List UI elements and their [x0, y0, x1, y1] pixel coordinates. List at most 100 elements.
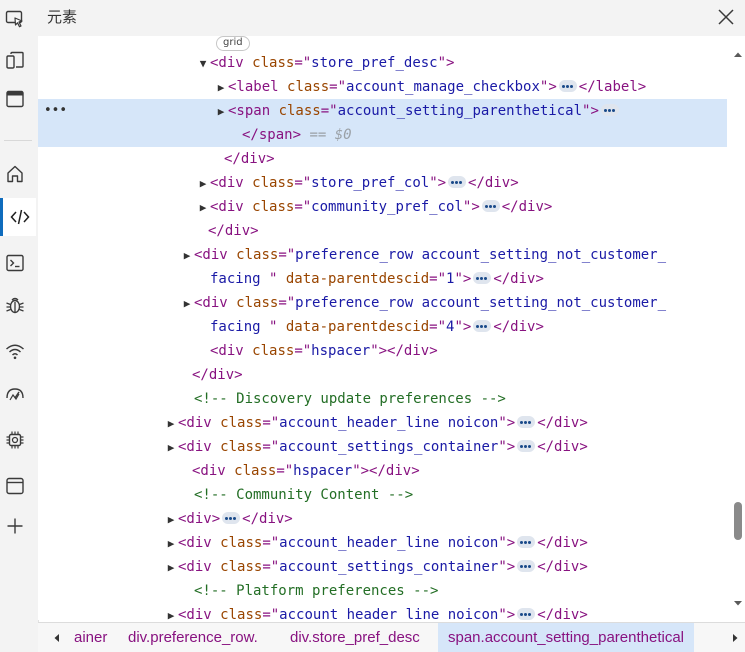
selected-dom-node-line[interactable]: ▶ <span class="account_setting_parentheti… — [38, 99, 727, 123]
breadcrumb-right-button[interactable] — [724, 627, 745, 649]
device-emulation-icon[interactable] — [2, 48, 28, 74]
code-token-attr: class — [252, 343, 295, 359]
expand-ellipsis-button[interactable] — [517, 608, 536, 620]
code-token-punct: =" — [262, 439, 280, 455]
dom-node-line[interactable]: facing " data-parentdescid="4"> </div> — [38, 315, 731, 339]
dom-node-line[interactable]: ▶ <div class="community_pref_col"> </div> — [38, 195, 731, 219]
dom-node-line[interactable]: ▼ <div class="store_pref_desc"> — [38, 51, 731, 75]
code-token-punct: "> — [437, 55, 455, 71]
dom-tree[interactable]: grid ▼ <div class="store_pref_desc"> ▶ <lab… — [38, 36, 731, 620]
selected-dom-node-line[interactable]: </span> == $0 — [38, 123, 727, 147]
expand-ellipsis-button[interactable] — [517, 440, 536, 452]
code-token-attr: class — [236, 295, 279, 311]
code-token-tag: <div — [210, 55, 253, 71]
code-token-punct: "> — [498, 607, 516, 620]
performance-icon[interactable] — [2, 381, 28, 407]
dom-node-line[interactable]: <div class="hspacer"></div> — [38, 339, 731, 363]
code-token-tag: <label — [228, 79, 288, 95]
expand-triangle-icon[interactable]: ▶ — [164, 532, 178, 556]
dom-node-line[interactable]: ▶ <div> </div> — [38, 507, 731, 531]
dom-node-line[interactable]: ▶ <div class="account_header_line noicon"… — [38, 411, 731, 435]
expand-ellipsis-button[interactable] — [222, 512, 241, 524]
expand-ellipsis-button[interactable] — [517, 560, 536, 572]
code-token-tag: </div> — [537, 415, 588, 431]
expand-triangle-icon[interactable]: ▶ — [196, 196, 210, 220]
dom-node-line[interactable]: ▶ <div class="account_settings_container"… — [38, 435, 731, 459]
code-token-tag: <div — [178, 559, 221, 575]
dom-node-line[interactable]: facing " data-parentdescid="1"> </div> — [38, 267, 731, 291]
dom-node-line[interactable]: ▶ <div class="account_header_line noicon"… — [38, 603, 731, 620]
window-icon[interactable] — [2, 86, 28, 112]
gutter-more-actions-button[interactable]: ••• — [44, 99, 67, 123]
expand-triangle-icon[interactable]: ▶ — [164, 436, 178, 460]
home-icon[interactable] — [2, 161, 28, 187]
dom-node-line[interactable]: <!-- Platform preferences --> — [38, 579, 731, 603]
code-token-punct: =" — [276, 463, 294, 479]
close-button[interactable] — [713, 4, 739, 30]
memory-chip-icon[interactable] — [2, 427, 28, 453]
dom-node-line[interactable]: <!-- Community Content --> — [38, 483, 731, 507]
expand-ellipsis-button[interactable] — [481, 200, 500, 212]
code-token-attr: class — [252, 199, 295, 215]
expand-triangle-icon[interactable]: ▶ — [214, 100, 228, 124]
dom-node-line[interactable]: ▶ <div class="account_header_line noicon"… — [38, 531, 731, 555]
dom-node-line[interactable]: <div class="hspacer"></div> — [38, 459, 731, 483]
expand-triangle-icon[interactable]: ▶ — [196, 172, 210, 196]
code-token-punct: =" — [294, 175, 312, 191]
expand-triangle-icon[interactable]: ▶ — [164, 604, 178, 620]
dom-node-line[interactable]: ▶ <label class="account_manage_checkbox">… — [38, 75, 731, 99]
expand-triangle-icon[interactable]: ▶ — [214, 76, 228, 100]
collapse-triangle-icon[interactable]: ▼ — [196, 52, 210, 76]
elements-code-icon[interactable] — [0, 198, 36, 236]
vertical-scrollbar[interactable] — [731, 36, 745, 620]
expand-triangle-icon[interactable]: ▶ — [180, 292, 194, 316]
expand-triangle-icon[interactable]: ▶ — [164, 556, 178, 580]
expand-triangle-icon[interactable]: ▶ — [164, 412, 178, 436]
dom-node-line[interactable]: <!-- Discovery update preferences --> — [38, 387, 731, 411]
dom-node-line[interactable]: </div> — [38, 363, 731, 387]
dom-node-line[interactable]: ▶ <div class="preference_row account_sett… — [38, 243, 731, 267]
expand-ellipsis-button[interactable] — [448, 176, 467, 188]
dom-node-line[interactable]: ▶ <div class="preference_row account_sett… — [38, 291, 731, 315]
expand-ellipsis-button[interactable] — [517, 416, 536, 428]
code-token-tag: </div> — [387, 343, 438, 359]
breadcrumb-item[interactable]: div.store_pref_desc — [290, 623, 420, 652]
code-token-punct: =" — [278, 295, 296, 311]
breadcrumb-item-selected[interactable]: span.account_setting_parenthetical — [438, 623, 695, 652]
dom-node-line[interactable]: </div> — [38, 147, 731, 171]
code-token-tag: </div> — [537, 535, 588, 551]
dom-node-line[interactable]: ▶ <div class="account_settings_container"… — [38, 555, 731, 579]
dom-node-line[interactable]: </div> — [38, 219, 731, 243]
expand-triangle-icon[interactable]: ▶ — [180, 244, 194, 268]
code-token-punct: =" — [329, 79, 347, 95]
code-token-tag: <div — [194, 247, 237, 263]
expand-triangle-icon[interactable]: ▶ — [164, 508, 178, 532]
code-token-tag: </div> — [369, 463, 420, 479]
bug-icon[interactable] — [2, 292, 28, 318]
console-icon[interactable] — [2, 250, 28, 276]
code-token-attr: class — [236, 247, 279, 263]
expand-ellipsis-button[interactable] — [517, 536, 536, 548]
code-token-tag: </div> — [501, 199, 553, 215]
code-token-val: store_pref_col — [311, 175, 430, 191]
breadcrumb-item[interactable]: ainer — [74, 623, 107, 652]
code-token-tag: <div — [178, 607, 221, 620]
breadcrumb-item[interactable]: div.preference_row. — [128, 623, 258, 652]
code-token-punct: "> — [462, 199, 480, 215]
application-icon[interactable] — [2, 473, 28, 499]
expand-ellipsis-button[interactable] — [558, 80, 577, 92]
wifi-icon[interactable] — [2, 338, 28, 364]
inspect-element-icon[interactable] — [2, 6, 28, 32]
code-token-punct: =" — [429, 271, 447, 287]
dom-node-line[interactable]: ▶ <div class="store_pref_col"> </div> — [38, 171, 731, 195]
code-token-punct: =" — [294, 343, 312, 359]
code-token-punct: " — [269, 271, 286, 287]
breadcrumb-left-button[interactable] — [46, 627, 68, 649]
add-tool-icon[interactable] — [2, 513, 28, 539]
expand-ellipsis-button[interactable] — [473, 272, 492, 284]
expand-ellipsis-button[interactable] — [473, 320, 492, 332]
expand-ellipsis-button[interactable] — [600, 104, 619, 116]
code-token-attr: class — [234, 463, 277, 479]
grid-badge[interactable]: grid — [216, 36, 250, 51]
scroll-thumb[interactable] — [734, 502, 742, 540]
